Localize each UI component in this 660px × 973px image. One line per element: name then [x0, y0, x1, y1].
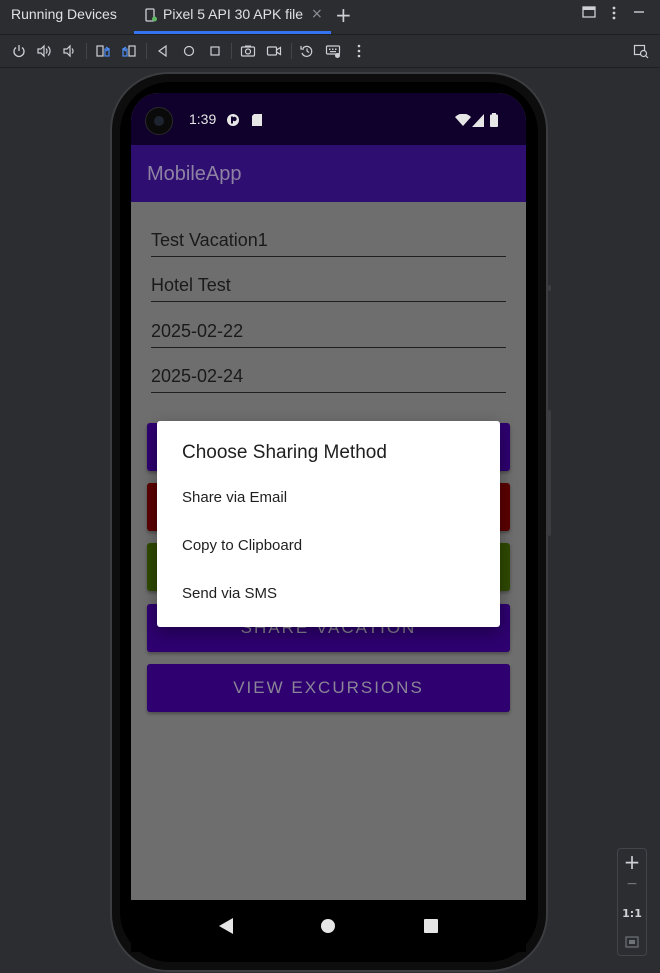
tab-selected-indicator — [134, 31, 331, 34]
app-title: MobileApp — [147, 163, 242, 185]
notification-app-icon — [226, 112, 240, 131]
close-tab-icon[interactable]: × — [311, 6, 323, 22]
phone-volume-button — [548, 410, 551, 536]
navigation-bar — [131, 900, 526, 952]
tool-window-header: Running Devices Pixel 5 API 30 APK file … — [0, 0, 660, 35]
cell-signal-icon — [472, 112, 484, 131]
battery-icon — [489, 112, 499, 131]
power-icon[interactable] — [11, 43, 27, 59]
actual-size-button[interactable]: 1:1 — [618, 907, 646, 920]
end-date-field[interactable]: 2025-02-24 — [151, 362, 506, 393]
field-value: Hotel Test — [151, 275, 231, 295]
share-via-email-option[interactable]: Share via Email — [157, 477, 500, 521]
status-time: 1:39 — [189, 111, 217, 127]
overview-icon[interactable] — [207, 43, 223, 59]
app-bar: MobileApp — [131, 145, 526, 202]
home-icon[interactable] — [181, 43, 197, 59]
back-icon[interactable] — [155, 43, 171, 59]
device-file-icon — [145, 7, 157, 22]
start-date-field[interactable]: 2025-02-22 — [151, 317, 506, 348]
option-label: Share via Email — [182, 489, 288, 506]
option-label: Send via SMS — [182, 585, 278, 602]
nav-back-icon[interactable] — [218, 917, 234, 939]
more-options-icon[interactable] — [351, 43, 367, 59]
vacation-title-field[interactable]: Test Vacation1 — [151, 226, 506, 257]
dialog-title: Choose Sharing Method — [182, 442, 387, 463]
minimize-icon[interactable] — [632, 5, 646, 23]
zoom-panel: + − 1:1 — [617, 848, 647, 956]
field-value: 2025-02-24 — [151, 366, 244, 386]
keyboard-icon[interactable] — [325, 43, 341, 59]
volume-down-icon[interactable] — [61, 43, 77, 59]
zoom-out-button[interactable]: − — [618, 876, 646, 892]
tool-window-title: Running Devices — [11, 6, 117, 22]
toolbar-separator — [86, 43, 87, 59]
device-explorer-icon[interactable] — [633, 43, 649, 59]
button-label: VIEW EXCURSIONS — [233, 678, 424, 697]
toolbar-separator — [231, 43, 232, 59]
status-bar: 1:39 — [131, 93, 526, 145]
tab-label: Pixel 5 API 30 APK file — [163, 6, 304, 22]
zoom-in-button[interactable]: + — [618, 850, 646, 874]
screenshot-icon[interactable] — [240, 43, 256, 59]
screen-record-icon[interactable] — [266, 43, 282, 59]
volume-up-icon[interactable] — [36, 43, 52, 59]
field-value: 2025-02-22 — [151, 321, 244, 341]
field-value: Test Vacation1 — [151, 230, 268, 250]
device-tab[interactable]: Pixel 5 API 30 APK file × — [134, 0, 331, 34]
copy-to-clipboard-option[interactable]: Copy to Clipboard — [157, 525, 500, 569]
reset-icon[interactable] — [299, 43, 315, 59]
layout-icon[interactable] — [582, 5, 596, 23]
rotate-right-icon[interactable] — [121, 43, 137, 59]
toolbar-separator — [146, 43, 147, 59]
front-camera — [145, 107, 173, 135]
toolbar-separator — [291, 43, 292, 59]
sharing-method-dialog: Choose Sharing Method Share via Email Co… — [157, 421, 500, 627]
wifi-icon — [455, 112, 471, 131]
nav-home-icon[interactable] — [320, 918, 336, 938]
add-tab-button[interactable]: + — [335, 3, 352, 27]
device-toolbar — [0, 35, 660, 68]
rotate-left-icon[interactable] — [95, 43, 111, 59]
view-excursions-button[interactable]: VIEW EXCURSIONS — [147, 664, 510, 712]
fit-screen-icon[interactable] — [625, 933, 639, 952]
nav-overview-icon[interactable] — [423, 918, 439, 938]
option-label: Copy to Clipboard — [182, 537, 303, 554]
more-vertical-icon[interactable] — [610, 5, 618, 25]
hotel-field[interactable]: Hotel Test — [151, 271, 506, 302]
sd-card-icon — [251, 112, 263, 131]
send-via-sms-option[interactable]: Send via SMS — [157, 573, 500, 617]
phone-power-button — [548, 285, 551, 291]
